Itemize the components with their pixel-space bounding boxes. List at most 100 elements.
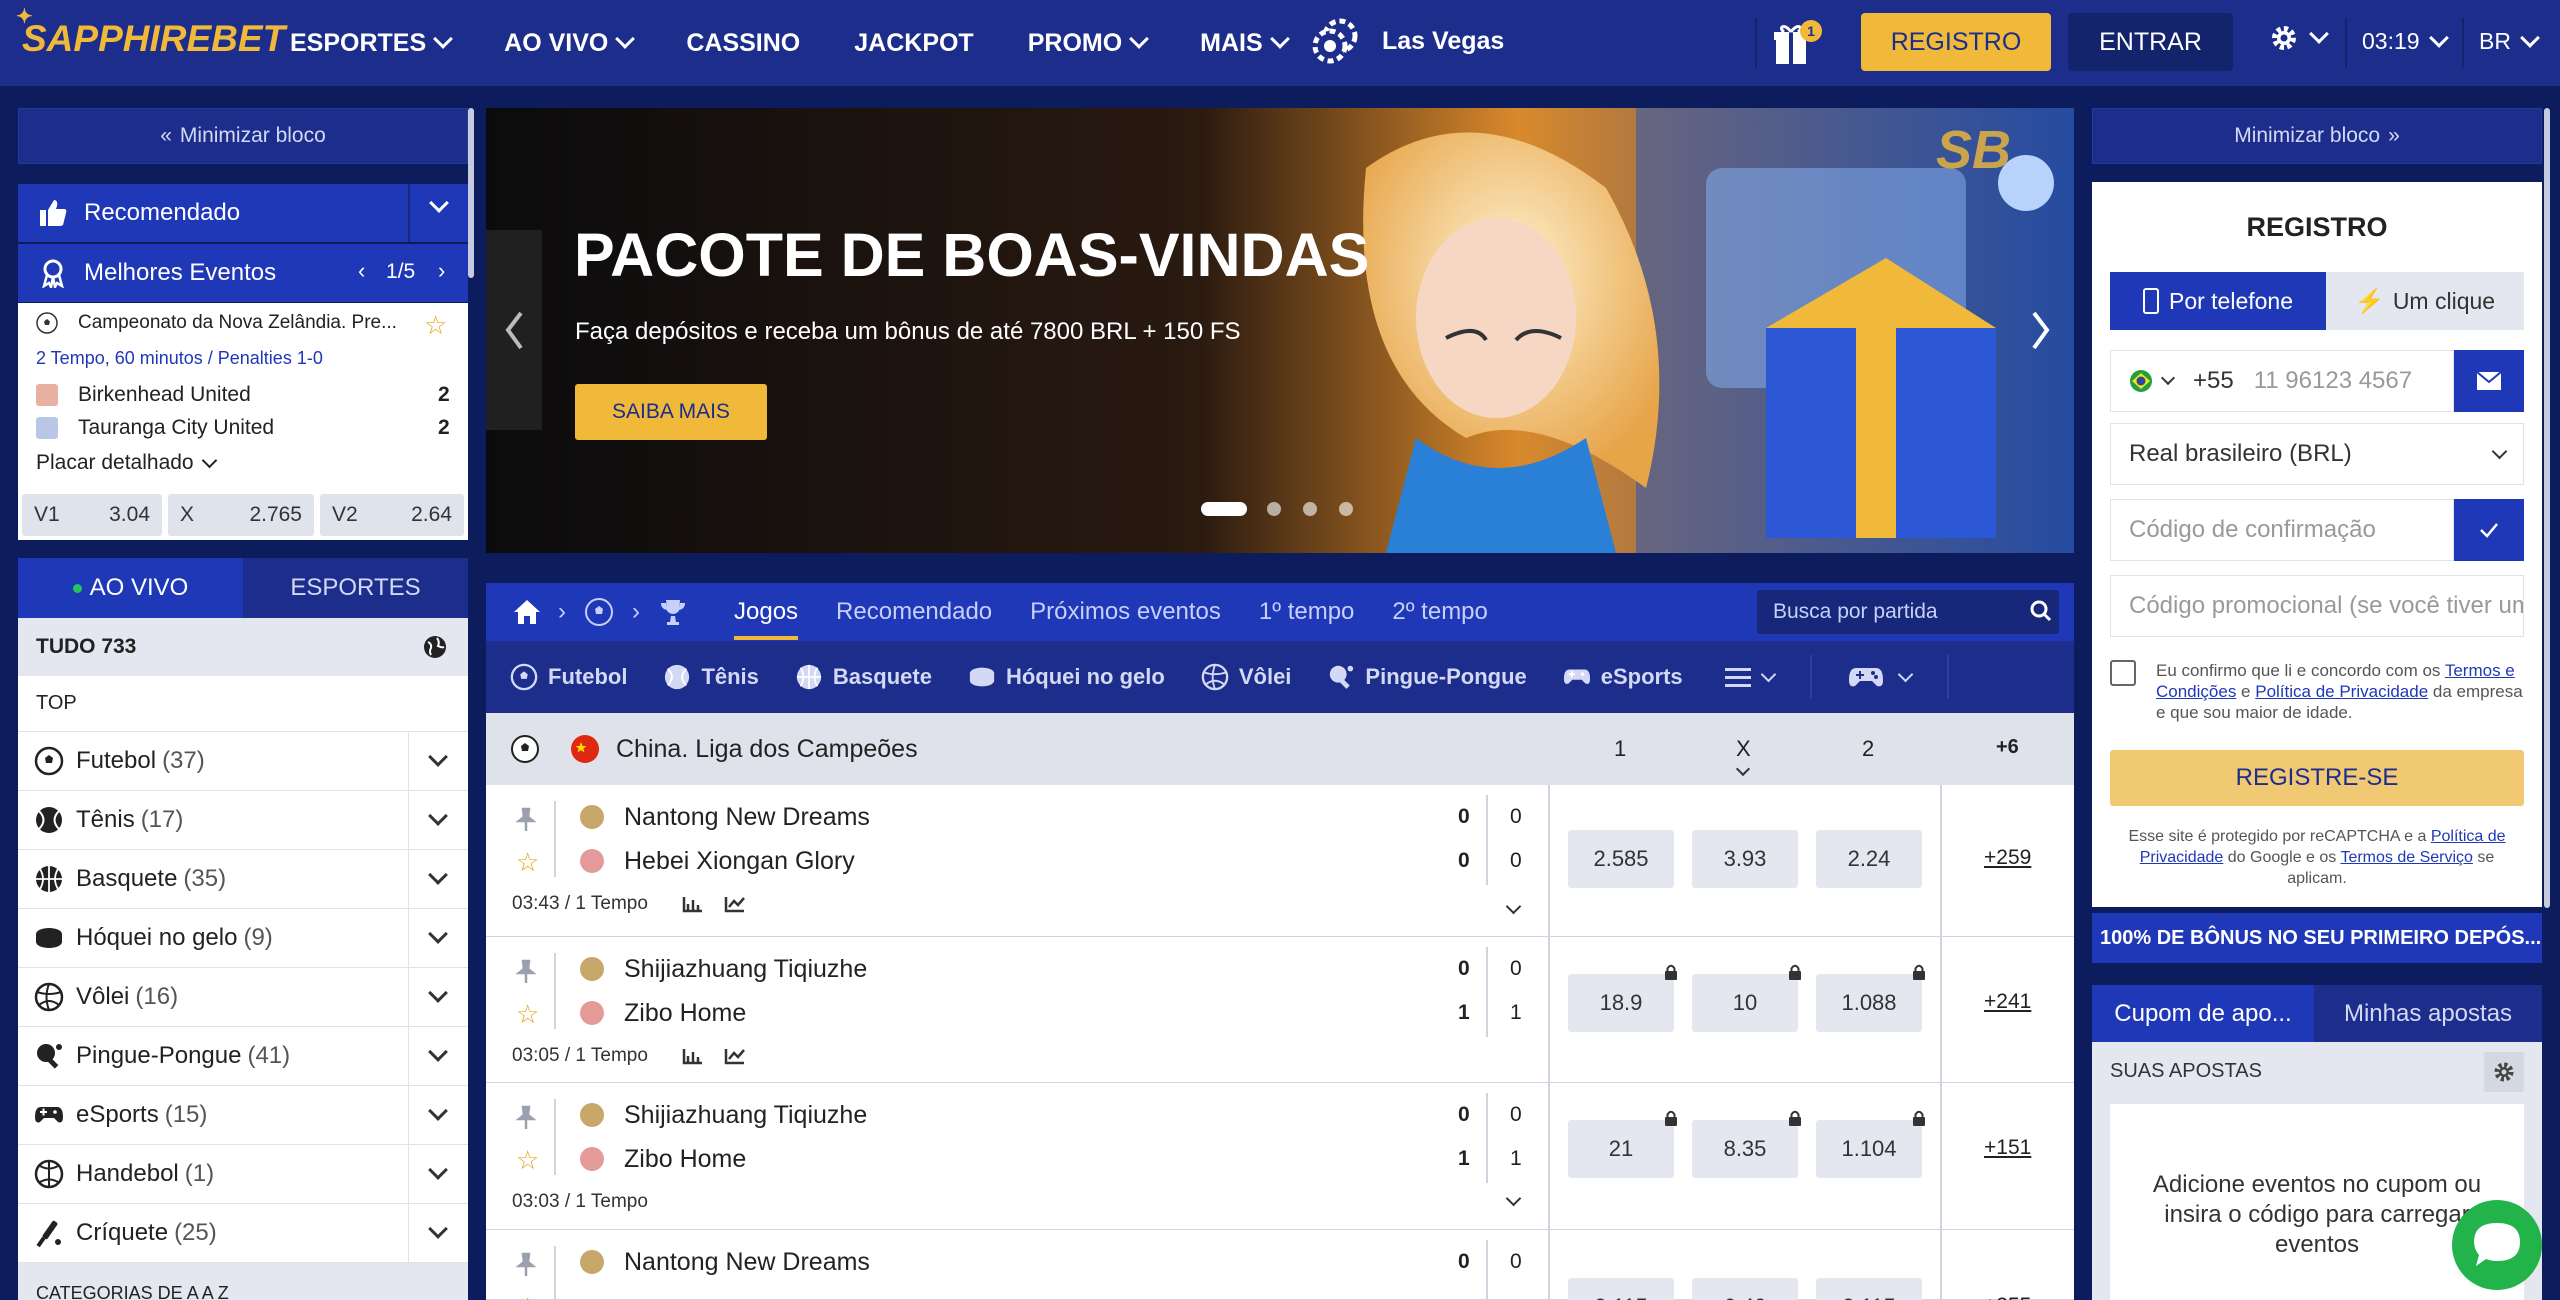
match-row[interactable]: ☆ Shijiazhuang Tiqiuzhe 0 0 Zibo Home 1 … [486,1083,2074,1230]
sport-row[interactable]: Hóquei no gelo (9) [18,909,468,968]
sport-row[interactable]: Pingue-Pongue (41) [18,1027,468,1086]
sport-expand-toggle[interactable] [408,1027,468,1086]
phone-field[interactable]: +55 11 96123 4567 [2110,350,2454,412]
trophy-icon[interactable] [658,597,688,627]
tab-second-half[interactable]: 2º tempo [1392,598,1487,626]
chevron-down-icon[interactable] [1505,1190,1522,1207]
register-submit-button[interactable]: REGISTRE-SE [2110,750,2524,806]
sport-expand-toggle[interactable] [408,850,468,909]
tab-jogos[interactable]: Jogos [734,598,799,640]
all-sports-row[interactable]: TUDO 733 [18,618,468,676]
tab-by-phone[interactable]: Por telefone [2110,272,2326,330]
nav-mais[interactable]: MAIS [1200,29,1290,58]
tab-bet-coupon[interactable]: Cupom de apo... [2092,985,2314,1042]
carousel-dot[interactable] [1339,502,1353,516]
carousel-dot[interactable] [1267,502,1281,516]
next-event-arrow[interactable]: › [438,258,445,284]
right-scrollbar[interactable] [2544,108,2550,908]
sport-expand-toggle[interactable] [408,791,468,850]
first-deposit-bonus-banner[interactable]: 100% DE BÔNUS NO SEU PRIMEIRO DEPÓS... [2092,913,2542,963]
search-icon[interactable] [2030,600,2052,622]
home-icon[interactable] [512,598,542,626]
more-markets-link[interactable]: +241 [1984,990,2031,1014]
betslip-settings-button[interactable] [2484,1052,2524,1092]
detailed-score-toggle[interactable]: Placar detalhado [36,451,217,475]
google-terms-link[interactable]: Termos de Serviço [2340,849,2473,866]
sport-filter-7[interactable]: eSports [1563,663,1683,691]
sport-filter-4[interactable]: Hóquei no gelo [968,663,1165,691]
tab-one-click[interactable]: ⚡ Um clique [2326,272,2524,330]
odd-2-button[interactable]: 2.115 [1816,1278,1922,1300]
sport-expand-toggle[interactable] [408,1145,468,1204]
nav-jackpot[interactable]: JACKPOT [854,29,973,58]
list-menu-icon[interactable] [1724,666,1751,688]
match-row[interactable]: ☆ Shijiazhuang Tiqiuzhe 0 0 Zibo Home 1 … [486,937,2074,1083]
odd-1-button[interactable]: 2.585 [1568,830,1674,888]
brand-logo[interactable]: ✦ SAPPHIREBET [16,6,285,60]
sport-row[interactable]: Vôlei (16) [18,968,468,1027]
sport-expand-toggle[interactable] [408,1204,468,1263]
sport-row[interactable]: Basquete (35) [18,850,468,909]
minimize-left-block[interactable]: «Minimizar bloco [18,108,468,164]
odd-2-button[interactable]: 2.24 [1816,830,1922,888]
odd-x-button[interactable]: X 2.765 [168,494,314,536]
more-markets-link[interactable]: +259 [1984,846,2031,870]
tab-my-bets[interactable]: Minhas apostas [2314,985,2542,1042]
prev-event-arrow[interactable]: ‹ [358,258,365,284]
settings-dropdown[interactable] [2268,22,2329,54]
odd-x-button[interactable]: 8.35 [1692,1120,1798,1178]
sport-filter-2[interactable]: Tênis [663,663,759,691]
live-tracker-icon[interactable] [724,895,746,913]
email-switch-button[interactable] [2454,350,2524,412]
sport-expand-toggle[interactable] [408,732,468,791]
nav-cassino[interactable]: CASSINO [686,29,800,58]
star-icon[interactable]: ☆ [516,999,539,1030]
star-icon[interactable]: ☆ [516,1145,539,1176]
stats-icon[interactable] [682,1047,704,1065]
odd-v1-button[interactable]: V1 3.04 [22,494,162,536]
match-search-input[interactable]: Busca por partida [1757,590,2059,634]
sport-filter-3[interactable]: Basquete [795,663,932,691]
odd-1-button[interactable]: 2.115 [1568,1278,1674,1300]
live-tracker-icon[interactable] [724,1047,746,1065]
sport-filter-5[interactable]: Vôlei [1201,663,1291,691]
tab-recomendado[interactable]: Recomendado [836,598,992,626]
more-markets-link[interactable]: +255 [1984,1294,2031,1300]
league-header[interactable]: China. Liga dos Campeões [486,713,2074,785]
sport-row[interactable]: Handebol (1) [18,1145,468,1204]
login-button[interactable]: ENTRAR [2068,13,2233,71]
currency-select[interactable]: Real brasileiro (BRL) [2110,423,2524,485]
soccer-ball-icon[interactable] [584,597,614,627]
carousel-dot-active[interactable] [1201,502,1247,516]
recommended-toggle[interactable] [408,184,468,242]
chevron-down-icon[interactable] [1505,898,1522,915]
gamepad-icon[interactable] [1848,664,1884,690]
terms-checkbox[interactable] [2110,660,2136,686]
odd-2-button[interactable]: 1.088 [1816,974,1922,1032]
match-row[interactable]: ☆ Nantong New Dreams 0 0 Hebei Xiongan G… [486,785,2074,937]
sport-row[interactable]: Críquete (25) [18,1204,468,1263]
col-head-more[interactable]: +6 [1996,736,2019,759]
odd-x-button[interactable]: 6.40 [1692,1278,1798,1300]
odd-2-button[interactable]: 1.104 [1816,1120,1922,1178]
recommended-header[interactable]: Recomendado [18,184,468,242]
confirm-code-button[interactable] [2454,499,2524,561]
pin-icon[interactable] [514,959,538,985]
language-dropdown[interactable]: BR [2479,27,2540,55]
minimize-right-block[interactable]: Minimizar bloco» [2092,108,2542,164]
sport-row[interactable]: Tênis (17) [18,791,468,850]
star-icon[interactable]: ☆ [424,310,447,341]
tab-proximos-eventos[interactable]: Próximos eventos [1030,598,1221,626]
left-scrollbar[interactable] [468,108,474,278]
pin-icon[interactable] [514,1105,538,1131]
nav-ao-vivo[interactable]: AO VIVO [504,29,636,58]
odd-v2-button[interactable]: V2 2.64 [320,494,464,536]
stats-icon[interactable] [682,895,704,913]
nav-promo[interactable]: PROMO [1028,29,1150,58]
sport-expand-toggle[interactable] [408,909,468,968]
chat-button[interactable] [2452,1200,2542,1290]
register-button[interactable]: REGISTRO [1861,13,2051,71]
odd-x-button[interactable]: 3.93 [1692,830,1798,888]
nav-las-vegas[interactable]: Las Vegas [1310,16,1504,66]
sport-filter-1[interactable]: Futebol [510,663,627,691]
